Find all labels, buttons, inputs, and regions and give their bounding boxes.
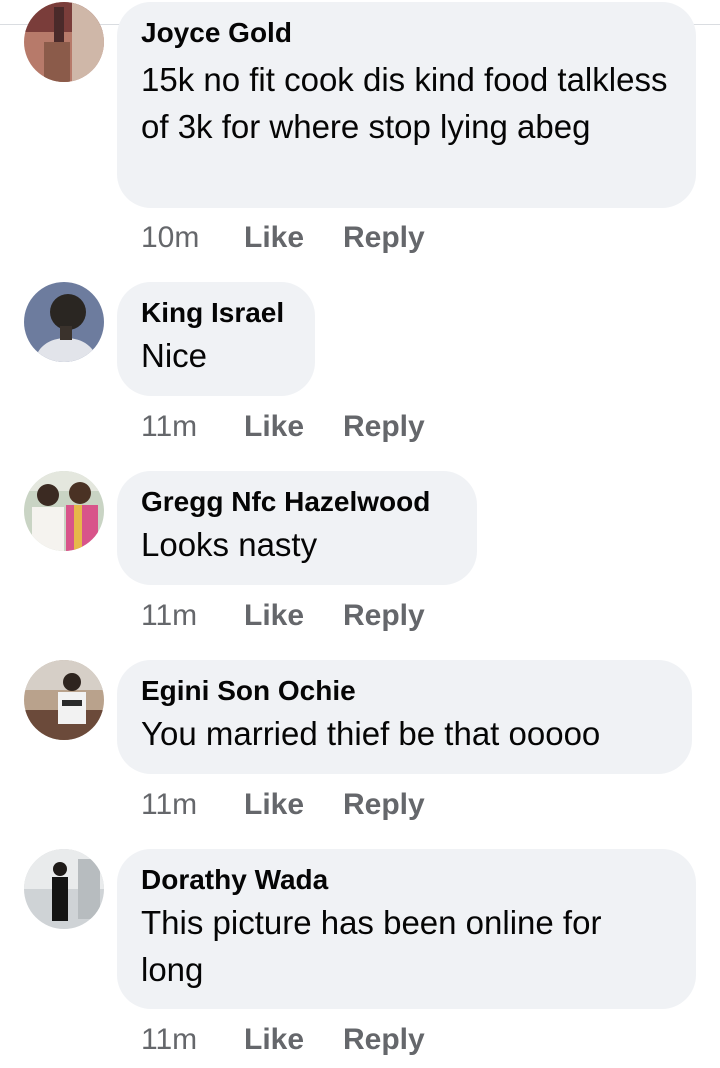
- comment-actions: 11m Like Reply: [141, 409, 425, 445]
- comment-author[interactable]: Egini Son Ochie: [141, 674, 668, 708]
- avatar[interactable]: [24, 2, 104, 82]
- comment-actions: 11m Like Reply: [141, 1022, 425, 1058]
- comment-author[interactable]: Joyce Gold: [141, 16, 672, 50]
- comment-author[interactable]: Gregg Nfc Hazelwood: [141, 485, 453, 519]
- like-button[interactable]: Like: [244, 1022, 343, 1058]
- comment-text: Looks nasty: [141, 526, 318, 563]
- comment-time[interactable]: 11m: [141, 598, 244, 634]
- comment-text: You married thief be that ooooo: [141, 715, 601, 752]
- comment-time[interactable]: 11m: [141, 409, 244, 445]
- user-avatar-icon: [24, 660, 104, 740]
- comment-bubble: Dorathy Wada This picture has been onlin…: [117, 849, 696, 1009]
- avatar[interactable]: [24, 471, 104, 551]
- user-avatar-icon: [24, 282, 104, 362]
- user-avatar-icon: [24, 849, 104, 929]
- comment-author[interactable]: Dorathy Wada: [141, 863, 672, 897]
- like-button[interactable]: Like: [244, 220, 343, 256]
- comment-bubble: Egini Son Ochie You married thief be tha…: [117, 660, 692, 774]
- comment-bubble: Joyce Gold 15k no fit cook dis kind food…: [117, 2, 696, 208]
- comment-time[interactable]: 11m: [141, 1022, 244, 1058]
- like-button[interactable]: Like: [244, 409, 343, 445]
- like-button[interactable]: Like: [244, 787, 343, 823]
- reply-button[interactable]: Reply: [343, 598, 425, 634]
- comment-actions: 10m Like Reply: [141, 220, 425, 256]
- comment-text: Nice: [141, 337, 208, 374]
- comment-time[interactable]: 11m: [141, 787, 244, 823]
- reply-button[interactable]: Reply: [343, 1022, 425, 1058]
- avatar[interactable]: [24, 660, 104, 740]
- comment-bubble: Gregg Nfc Hazelwood Looks nasty: [117, 471, 477, 585]
- comment-bubble: King Israel Nice: [117, 282, 315, 396]
- user-avatar-icon: [24, 2, 104, 82]
- user-avatar-icon: [24, 471, 104, 551]
- reply-button[interactable]: Reply: [343, 787, 425, 823]
- comment-actions: 11m Like Reply: [141, 598, 425, 634]
- comment-time[interactable]: 10m: [141, 220, 244, 256]
- avatar[interactable]: [24, 849, 104, 929]
- avatar[interactable]: [24, 282, 104, 362]
- reply-button[interactable]: Reply: [343, 220, 425, 256]
- comment-text: 15k no fit cook dis kind food talkless o…: [141, 61, 668, 145]
- like-button[interactable]: Like: [244, 598, 343, 634]
- reply-button[interactable]: Reply: [343, 409, 425, 445]
- comment-author[interactable]: King Israel: [141, 296, 291, 330]
- comment-text: This picture has been online for long: [141, 904, 602, 988]
- comment-actions: 11m Like Reply: [141, 787, 425, 823]
